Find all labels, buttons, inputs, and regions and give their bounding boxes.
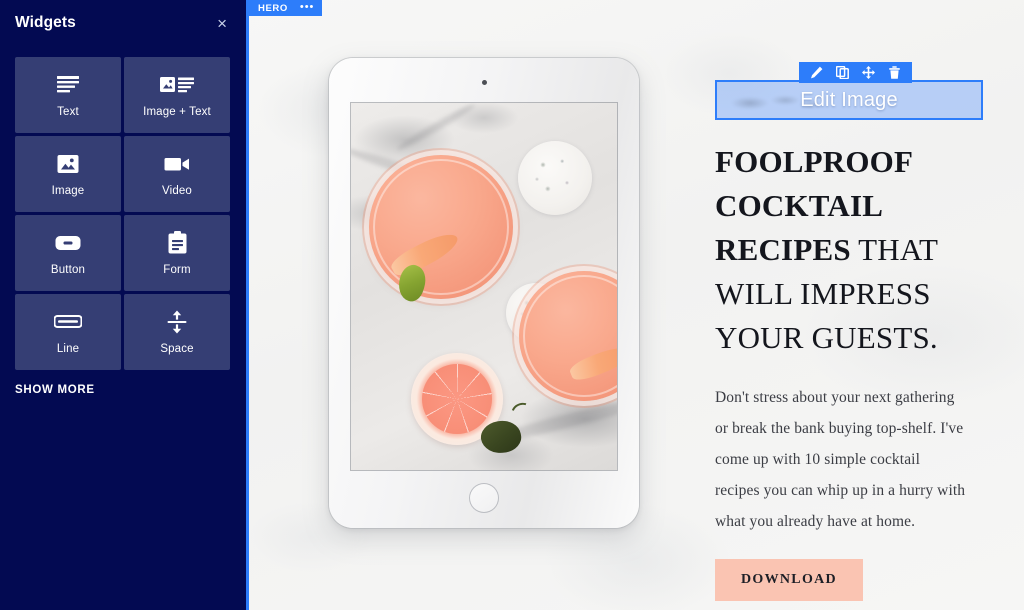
move-arrows-icon[interactable] <box>862 66 875 79</box>
image-icon <box>57 151 79 177</box>
widget-tile-button[interactable]: Button <box>15 215 121 291</box>
hero-content: Edit Image FOOLPROOF COCKTAIL RECIPES TH… <box>715 62 983 601</box>
section-badge-label: HERO <box>258 2 288 14</box>
page-canvas[interactable]: HERO ••• Edit Image FOOLPROOF COCKTAIL R… <box>249 0 1024 610</box>
cocktail-glass <box>369 155 513 299</box>
widget-label: Form <box>163 263 191 276</box>
site-builder-app: Widgets × Text Image + Text Image Video … <box>0 0 1024 610</box>
panel-title: Widgets <box>15 14 76 31</box>
widget-tile-line[interactable]: Line <box>15 294 121 370</box>
show-more-button[interactable]: SHOW MORE <box>15 384 246 396</box>
video-camera-icon <box>164 151 190 177</box>
widget-label: Line <box>56 342 80 355</box>
widget-action-toolbar <box>799 62 912 83</box>
widget-label: Space <box>160 342 194 355</box>
widget-label: Video <box>162 184 192 197</box>
widget-tile-image-text[interactable]: Image + Text <box>124 57 230 133</box>
widget-tile-form[interactable]: Form <box>124 215 230 291</box>
glass-rim <box>523 275 617 397</box>
widget-label: Text <box>57 105 79 118</box>
button-icon <box>55 230 81 256</box>
edit-image-label: Edit Image <box>800 88 898 111</box>
section-menu-icon[interactable]: ••• <box>300 1 315 13</box>
trash-icon[interactable] <box>888 66 901 79</box>
widget-tile-space[interactable]: Space <box>124 294 230 370</box>
horizontal-line-icon <box>54 309 82 335</box>
widget-tile-image[interactable]: Image <box>15 136 121 212</box>
coaster-decor <box>518 141 592 215</box>
image-text-icon <box>160 72 194 98</box>
glass-rim <box>373 159 509 295</box>
copy-icon[interactable] <box>836 66 849 79</box>
close-icon[interactable]: × <box>214 13 230 34</box>
canvas-selection-border <box>246 0 249 610</box>
hero-heading[interactable]: FOOLPROOF COCKTAIL RECIPES THAT WILL IMP… <box>715 140 983 360</box>
widget-tile-video[interactable]: Video <box>124 136 230 212</box>
widget-grid: Text Image + Text Image Video Button For… <box>0 57 246 370</box>
pencil-icon[interactable] <box>810 66 823 79</box>
widget-label: Image <box>51 184 85 197</box>
selected-image-widget[interactable]: Edit Image <box>715 62 983 120</box>
tablet-mockup-image[interactable] <box>329 58 639 528</box>
widgets-panel: Widgets × Text Image + Text Image Video … <box>0 0 246 610</box>
tablet-screen <box>351 103 617 470</box>
section-badge-hero[interactable]: HERO ••• <box>249 0 323 16</box>
clipboard-form-icon <box>168 230 187 256</box>
tablet-home-button <box>469 483 499 513</box>
grapefruit-core <box>422 364 492 434</box>
text-lines-icon <box>56 72 80 98</box>
tablet-camera <box>481 80 487 85</box>
download-button[interactable]: DOWNLOAD <box>715 559 863 601</box>
hero-body-text[interactable]: Don't stress about your next gathering o… <box>715 382 967 537</box>
widget-label: Image + Text <box>143 105 211 118</box>
widgets-panel-header: Widgets × <box>0 0 246 46</box>
vertical-arrows-icon <box>167 309 187 335</box>
widget-tile-text[interactable]: Text <box>15 57 121 133</box>
widget-label: Button <box>50 263 86 276</box>
